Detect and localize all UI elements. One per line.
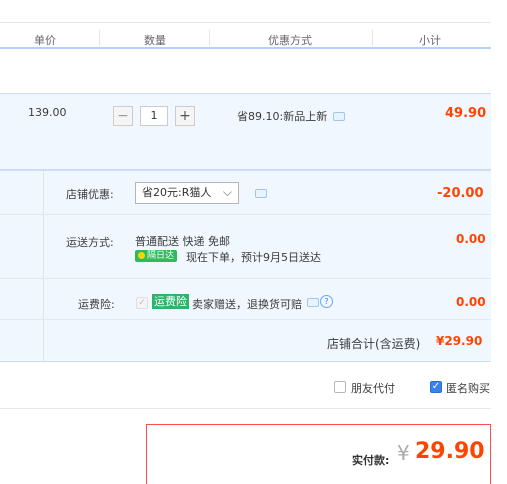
item-row: 139.00 − 1 + 省89.10:新品上新 49.90 <box>0 93 491 170</box>
options-divider <box>0 408 491 409</box>
shipping-method: 普通配送 快递 免邮 <box>135 235 230 248</box>
insurance-badge: 运费险 <box>152 294 189 309</box>
row-separator <box>0 278 491 279</box>
quantity-input[interactable]: 1 <box>140 106 168 126</box>
shop-options-panel: 店铺优惠: 省20元:R猫人 ⌵ -20.00 运送方式: 普通配送 快递 免邮… <box>0 170 491 362</box>
anonymous-label[interactable]: 匿名购买 <box>446 380 491 396</box>
row-separator <box>0 214 491 215</box>
label-column-divider <box>43 171 44 361</box>
friend-pay-label[interactable]: 朋友代付 <box>351 380 395 396</box>
insurance-chat-icon[interactable] <box>307 298 319 307</box>
shop-total-value: ¥29.90 <box>436 334 483 348</box>
header-quantity: 数量 <box>144 34 166 47</box>
insurance-text: 卖家赠送，退换货可赔 <box>192 298 302 311</box>
shop-coupon-select[interactable]: 省20元:R猫人 ⌵ <box>135 182 239 204</box>
insurance-checkbox[interactable]: ✓ <box>136 297 148 309</box>
item-promotion-text: 省89.10:新品上新 <box>237 110 328 123</box>
header-divider <box>372 30 373 46</box>
header-subtotal: 小计 <box>419 34 441 47</box>
help-icon[interactable]: ? <box>320 295 333 308</box>
pay-label: 实付款: <box>352 454 390 467</box>
sameday-badge: 隔日达 <box>135 250 178 262</box>
friend-pay-checkbox[interactable] <box>334 381 346 393</box>
insurance-value: 0.00 <box>456 295 486 309</box>
insurance-label: 运费险: <box>78 298 115 311</box>
header-divider <box>209 30 210 46</box>
anonymous-checkbox[interactable]: ✓ <box>430 381 442 393</box>
shipping-eta: 现在下单，预计9月5日送达 <box>186 251 321 264</box>
quantity-decrease-button[interactable]: − <box>113 106 133 126</box>
header-promotion: 优惠方式 <box>268 34 312 47</box>
header-bottom-border <box>0 47 491 49</box>
shop-coupon-label: 店铺优惠: <box>66 188 114 201</box>
item-subtotal: 49.90 <box>445 106 487 121</box>
pay-currency: ¥ <box>397 441 410 465</box>
shipping-value: 0.00 <box>456 232 486 246</box>
header-divider <box>99 30 100 46</box>
checkout-box: 实付款: ¥ 29.90 <box>146 424 491 484</box>
promotion-info-icon[interactable] <box>333 112 345 121</box>
shipping-label: 运送方式: <box>66 236 114 249</box>
unit-price: 139.00 <box>28 106 67 119</box>
header-top-border <box>0 22 491 23</box>
header-unit-price: 单价 <box>34 34 56 47</box>
quantity-increase-button[interactable]: + <box>175 106 195 126</box>
coupon-info-icon[interactable] <box>255 189 267 198</box>
clock-icon <box>138 252 145 259</box>
sameday-badge-text: 隔日达 <box>147 251 175 261</box>
chevron-down-icon: ⌵ <box>222 185 232 199</box>
shop-coupon-select-value: 省20元:R猫人 <box>142 186 212 199</box>
pay-amount: 29.90 <box>415 439 485 464</box>
row-separator <box>0 319 491 320</box>
shop-coupon-value: -20.00 <box>437 186 484 201</box>
shop-total-label: 店铺合计(含运费) <box>327 337 421 351</box>
